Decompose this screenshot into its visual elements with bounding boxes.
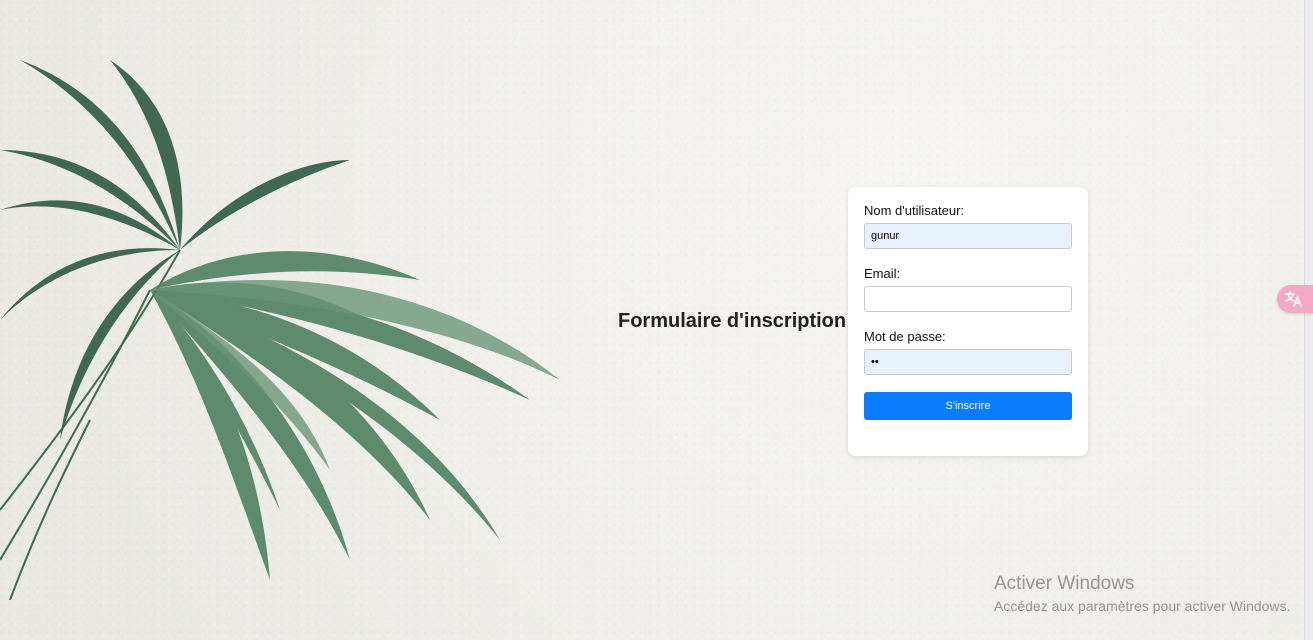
window-scrollbar[interactable] [1304,0,1313,640]
signup-button[interactable]: S'inscrire [864,392,1072,420]
translate-extension-tab[interactable] [1277,285,1313,313]
form-heading: Formulaire d'inscription : [618,310,859,332]
email-label: Email: [864,266,901,281]
email-input[interactable] [864,286,1072,312]
windows-activation-watermark: Activer Windows Accédez aux paramètres p… [994,573,1290,617]
username-input[interactable] [864,223,1072,249]
password-label: Mot de passe: [864,329,946,344]
translate-icon [1285,291,1302,307]
username-label: Nom d'utilisateur: [864,203,965,218]
password-input[interactable] [864,349,1072,375]
watermark-subtitle: Accédez aux paramètres pour activer Wind… [994,598,1291,614]
palm-plant-illustration [0,60,560,600]
watermark-title: Activer Windows [994,573,1135,594]
signup-form-card: Nom d'utilisateur: Email: Mot de passe: … [848,187,1088,456]
